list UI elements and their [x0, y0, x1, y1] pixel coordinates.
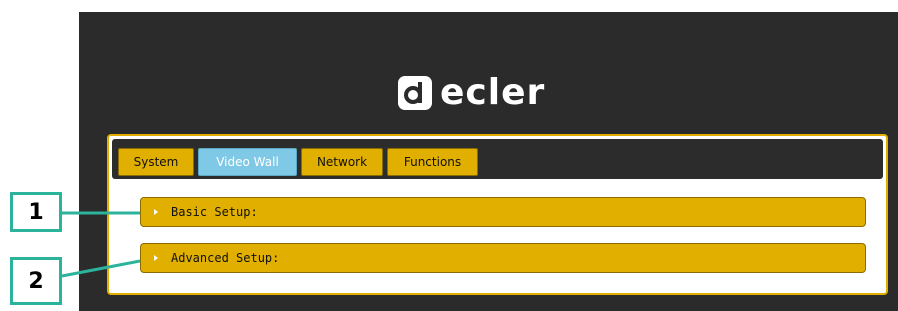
- callout-1: 1: [10, 192, 62, 232]
- callout-2: 2: [10, 257, 62, 305]
- callout-leader-lines: [61, 211, 141, 278]
- callout-2-leader: [61, 259, 141, 278]
